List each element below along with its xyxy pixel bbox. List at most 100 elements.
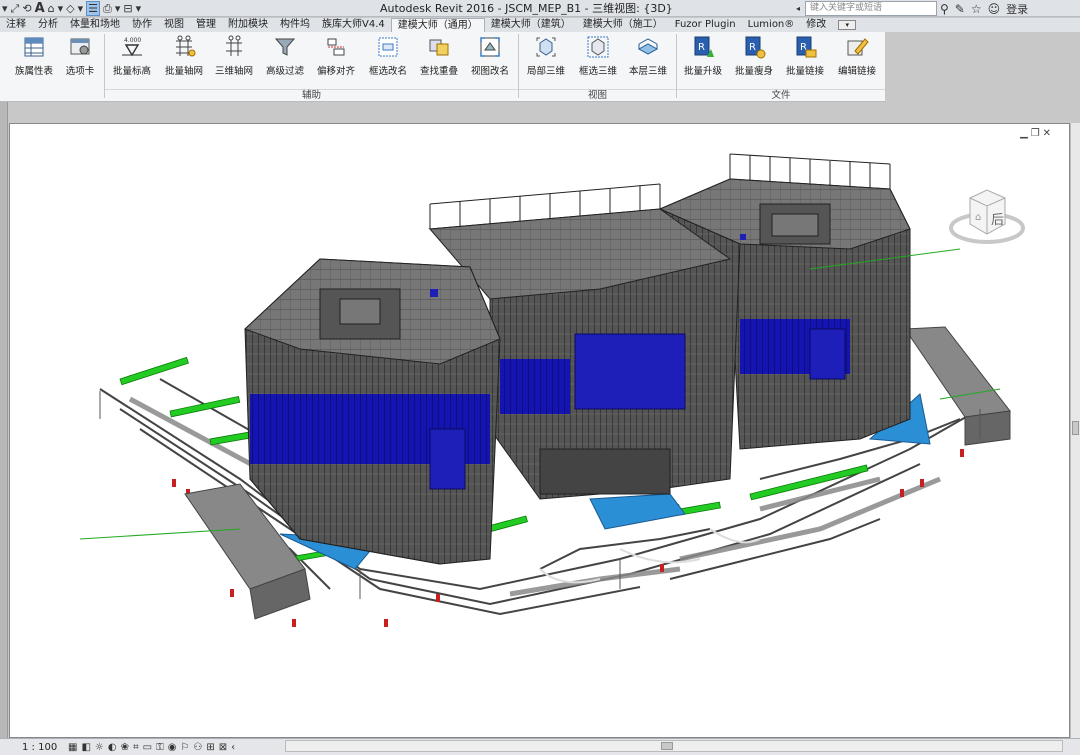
render-icon[interactable]: ❀ (121, 742, 129, 753)
slim-icon: R (745, 36, 766, 59)
analytical-model-icon[interactable]: ⊞ (206, 742, 214, 753)
edit-link-button[interactable]: 编辑链接 (835, 35, 879, 85)
batch-upgrade-button[interactable]: R 批量升级 (681, 35, 725, 85)
tab-collaborate[interactable]: 协作 (126, 18, 158, 32)
tab-view[interactable]: 视图 (158, 18, 190, 32)
overlap-icon (429, 39, 449, 56)
button-label: 框选三维 (578, 66, 617, 77)
panel-label-view: 视图 (519, 89, 676, 101)
search-expand-icon[interactable]: ◂ (796, 1, 805, 16)
scroll-left-icon[interactable]: ‹ (231, 742, 235, 753)
qat-item[interactable]: A (35, 0, 45, 17)
qat-item[interactable]: ▾ (58, 0, 64, 17)
qat-item[interactable]: ⟲ (22, 0, 31, 17)
tab-massing[interactable]: 体量和场地 (64, 18, 126, 32)
3d-viewport[interactable]: ▁ ❐ ✕ 后 ⌂ (9, 123, 1070, 738)
close-icon[interactable]: ✕ (1043, 128, 1051, 139)
view-rename-button[interactable]: 视图改名 (468, 35, 512, 85)
temp-hide-icon[interactable]: ◉ (168, 742, 177, 753)
local-3d-button[interactable]: 局部三维 (524, 35, 568, 85)
window-title: Autodesk Revit 2016 - JSCM_MEP_B1 - 三维视图… (380, 2, 673, 15)
advanced-filter-button[interactable]: 高级过滤 (263, 35, 307, 85)
qat-item[interactable]: ⎙ (103, 0, 112, 17)
left-dock-strip[interactable] (0, 102, 8, 738)
batch-slim-button[interactable]: R 批量瘦身 (732, 35, 776, 85)
qat-item[interactable]: ☰ (86, 1, 101, 16)
vertical-scrollbar[interactable] (1070, 123, 1080, 738)
highlight-displacement-icon[interactable]: ⊠ (219, 742, 227, 753)
panel-label-file: 文件 (677, 89, 885, 101)
qat-item[interactable]: ▾ (2, 0, 8, 17)
tab-addins[interactable]: 附加模块 (222, 18, 274, 32)
minimize-icon[interactable]: ▁ (1020, 128, 1028, 139)
reveal-hidden-icon[interactable]: ⚐ (180, 742, 189, 753)
qat-item[interactable]: ⌂ (48, 0, 55, 17)
button-label: 三维轴网 (214, 66, 253, 77)
binoculars-icon[interactable]: ⚲ (940, 2, 949, 16)
qat-item[interactable]: ◇ (66, 0, 74, 17)
svg-text:R: R (698, 42, 705, 53)
qat-item[interactable]: ▾ (115, 0, 121, 17)
filter-icon (274, 38, 296, 56)
vertical-scroll-thumb[interactable] (1072, 421, 1079, 435)
tab-modify[interactable]: 修改 (800, 18, 832, 32)
tab-options-button[interactable]: 选项卡 (60, 35, 100, 85)
crop-view-icon[interactable]: ⌗ (133, 742, 139, 753)
ribbon-toggle-icon[interactable]: ▾ (838, 20, 857, 30)
button-label: 选项卡 (65, 66, 95, 77)
box-3d-button[interactable]: 框选三维 (576, 35, 620, 85)
floor-3d-button[interactable]: 本层三维 (626, 35, 670, 85)
tab-lumion[interactable]: Lumion® (742, 18, 801, 32)
qat-item[interactable]: ▾ (136, 0, 142, 17)
search-input[interactable]: 键入关键字或短语 (805, 1, 937, 16)
button-label: 高级过滤 (265, 66, 304, 77)
tab-fuzor[interactable]: Fuzor Plugin (669, 18, 742, 32)
restore-icon[interactable]: ❐ (1031, 128, 1040, 139)
login-link[interactable]: 登录 (1006, 1, 1028, 17)
tab-modeling-construction[interactable]: 建模大师（施工） (577, 18, 669, 32)
view-scale[interactable]: 1 : 100 (0, 742, 64, 753)
tab-family-library[interactable]: 族库大师V4.4 (316, 18, 391, 32)
tab-modeling-general[interactable]: 建模大师（通用） (390, 17, 485, 33)
horizontal-scrollbar[interactable] (285, 740, 1063, 752)
grid-icon (176, 35, 196, 57)
batch-link-button[interactable]: R 批量链接 (783, 35, 827, 85)
ribbon: 族属性表 选项卡 4.000 批量标高 批量轴网 三维轴网 高级过滤 偏移对齐 … (0, 32, 885, 102)
temp-props-icon[interactable]: ⚇ (193, 742, 202, 753)
tab-analyze[interactable]: 分析 (32, 18, 64, 32)
subscription-icon[interactable]: ✎ (955, 2, 965, 16)
batch-grid-button[interactable]: 批量轴网 (162, 35, 206, 85)
button-label: 批量瘦身 (734, 66, 773, 77)
qat-item[interactable]: ▾ (78, 0, 84, 17)
settings-panel-icon (70, 38, 90, 55)
user-icon[interactable]: ☺ (988, 2, 1001, 16)
find-overlap-button[interactable]: 查找重叠 (417, 35, 461, 85)
button-label: 局部三维 (526, 66, 565, 77)
lock-3d-icon[interactable]: ⚿ (156, 742, 164, 753)
shadows-icon[interactable]: ◐ (108, 742, 117, 753)
tab-manage[interactable]: 管理 (190, 18, 222, 32)
star-icon[interactable]: ☆ (971, 2, 982, 16)
detail-level-icon[interactable]: ▦ (68, 742, 77, 753)
box-rename-button[interactable]: 框选改名 (366, 35, 410, 85)
batch-levels-button[interactable]: 4.000 批量标高 (110, 35, 154, 85)
tab-annotate[interactable]: 注释 (0, 18, 32, 32)
table-icon (24, 37, 44, 57)
visual-style-icon[interactable]: ◧ (81, 742, 90, 753)
ribbon-tab-bar: 注释 分析 体量和场地 协作 视图 管理 附加模块 构件坞 族库大师V4.4 建… (0, 17, 1080, 33)
qat-item[interactable]: ⤢ (11, 0, 20, 17)
tab-component-dock[interactable]: 构件坞 (274, 18, 316, 32)
family-properties-button[interactable]: 族属性表 (12, 35, 56, 85)
horizontal-scroll-thumb[interactable] (661, 742, 673, 750)
building-model (79, 153, 1011, 627)
tab-modeling-architecture[interactable]: 建模大师（建筑） (485, 18, 577, 32)
button-label: 偏移对齐 (316, 66, 355, 77)
offset-align-button[interactable]: 偏移对齐 (314, 35, 358, 85)
ribbon-background (885, 32, 1080, 102)
button-label: 批量升级 (683, 66, 722, 77)
3d-grid-button[interactable]: 三维轴网 (212, 35, 256, 85)
qat-item[interactable]: ⊟ (123, 0, 132, 17)
button-label: 编辑链接 (837, 66, 876, 77)
show-crop-icon[interactable]: ▭ (143, 742, 152, 753)
sun-path-icon[interactable]: ☼ (95, 742, 104, 753)
